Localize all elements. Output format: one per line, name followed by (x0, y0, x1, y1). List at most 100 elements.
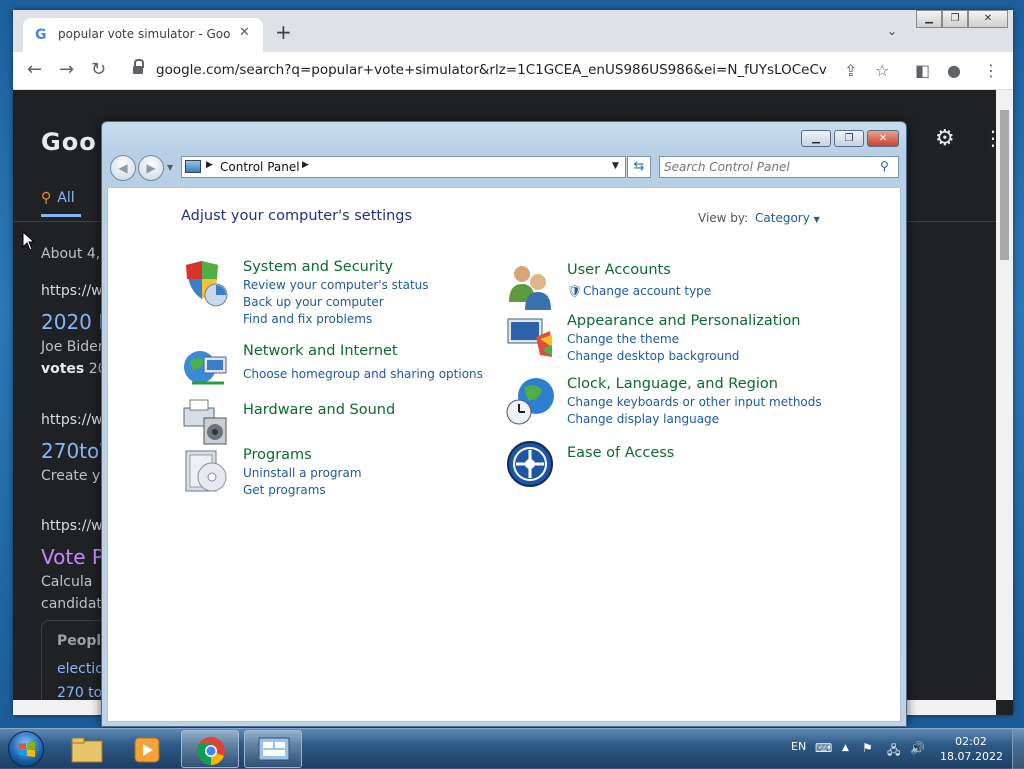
lock-icon[interactable] (133, 59, 144, 75)
task-link[interactable]: Change display language (567, 412, 719, 426)
settings-gear-icon[interactable]: ⚙ (935, 126, 955, 151)
reload-button[interactable]: ↻ (91, 60, 106, 80)
view-by-value: Category (755, 211, 810, 225)
apps-menu-icon[interactable]: ⋮ (983, 126, 996, 150)
category-title[interactable]: Ease of Access (567, 445, 674, 461)
taskbar: EN ⌨ ▲ ⚑ 🖧 🔊 02:02 18.07.2022 (0, 728, 1024, 769)
search-icon[interactable]: ⚲ (880, 159, 889, 173)
vertical-scrollbar[interactable] (996, 90, 1013, 700)
page-title: Adjust your computer's settings (181, 208, 413, 224)
cp-minimize-button[interactable]: ▁ (801, 130, 831, 147)
share-icon[interactable]: ⇪ (844, 61, 857, 80)
media-player-icon (134, 737, 160, 763)
task-link[interactable]: Review your computer's status (243, 278, 429, 292)
network-globe-icon (184, 351, 227, 385)
task-link[interactable]: Choose homegroup and sharing options (243, 367, 483, 381)
breadcrumb-arrow-icon[interactable]: ▶ (302, 160, 309, 170)
minimize-button[interactable]: ▁ (916, 10, 942, 28)
taskbar-chrome[interactable] (181, 730, 239, 768)
category-title[interactable]: Network and Internet (243, 343, 398, 359)
appearance-monitor-icon (507, 318, 552, 357)
navigation-bar: ◀ ▶ ▼ ▶ Control Panel ▶ ▼ ⇆ ⚲ (110, 155, 900, 181)
taskbar-explorer[interactable] (58, 730, 116, 768)
clock-date: 18.07.2022 (940, 750, 1003, 763)
address-dropdown-icon[interactable]: ▼ (612, 161, 619, 171)
task-link[interactable]: Change keyboards or other input methods (567, 395, 822, 409)
new-tab-button[interactable]: + (275, 22, 292, 42)
show-hidden-icons-icon[interactable]: ▲ (842, 743, 849, 753)
start-button[interactable] (8, 731, 44, 767)
google-logo[interactable]: Goo (41, 128, 97, 156)
browser-tab[interactable]: G popular vote simulator - Google ✕ (23, 18, 263, 52)
task-link[interactable]: Back up your computer (243, 295, 384, 309)
globe-clock-icon (506, 378, 554, 425)
bookmark-star-icon[interactable]: ☆ (875, 61, 889, 80)
task-link[interactable]: Get programs (243, 483, 326, 497)
result-url[interactable]: https://w (41, 283, 103, 299)
address-bar[interactable]: google.com/search?q=popular+vote+simulat… (156, 62, 826, 78)
volume-icon[interactable]: 🔊 (910, 741, 925, 755)
control-panel-window: ▁ ❐ ✕ ◀ ▶ ▼ ▶ Control Panel ▶ ▼ ⇆ ⚲ Adju… (101, 121, 907, 727)
action-center-flag-icon[interactable]: ⚑ (862, 741, 873, 755)
tab-all[interactable]: ⚲ All (41, 190, 75, 206)
task-link[interactable]: Uninstall a program (243, 466, 362, 480)
result-url[interactable]: https://w (41, 412, 103, 428)
task-link[interactable]: Change the theme (567, 332, 679, 346)
language-indicator[interactable]: EN (791, 740, 806, 753)
network-status-icon[interactable]: 🖧 (887, 741, 900, 762)
category-title[interactable]: System and Security (243, 259, 393, 275)
search-box[interactable]: ⚲ (659, 156, 899, 178)
chrome-icon (197, 737, 225, 765)
system-clock[interactable]: 02:02 18.07.2022 (940, 734, 1003, 764)
taskbar-media-player[interactable] (118, 730, 176, 768)
shield-icon (186, 261, 228, 307)
cp-back-button[interactable]: ◀ (110, 155, 136, 181)
address-breadcrumb[interactable]: ▶ Control Panel ▶ ▼ (181, 156, 626, 178)
snippet-bold: votes (41, 361, 85, 377)
refresh-button[interactable]: ⇆ (627, 156, 651, 178)
breadcrumb-arrow-icon[interactable]: ▶ (206, 160, 213, 170)
cp-close-button[interactable]: ✕ (867, 130, 899, 147)
search-icon: ⚲ (41, 190, 52, 206)
uac-shield-icon: 🛡 (567, 284, 583, 298)
taskbar-control-panel[interactable] (244, 730, 302, 768)
control-panel-content: Adjust your computer's settings View by:… (107, 187, 901, 722)
cp-maximize-button[interactable]: ❐ (834, 130, 864, 147)
task-link[interactable]: Change desktop background (567, 349, 739, 363)
cp-forward-button[interactable]: ▶ (138, 155, 164, 181)
mouse-cursor-icon (22, 231, 36, 251)
result-snippet: Create yo (41, 468, 109, 484)
profile-avatar-icon[interactable]: ● (947, 61, 961, 80)
control-panel-icon (258, 737, 290, 761)
category-title[interactable]: Appearance and Personalization (567, 313, 801, 329)
search-input[interactable] (664, 159, 874, 175)
printer-speaker-icon (183, 399, 227, 445)
scroll-thumb[interactable] (1000, 110, 1009, 260)
recent-pages-icon[interactable]: ▼ (167, 163, 173, 172)
back-button[interactable]: ← (27, 60, 42, 80)
category-title[interactable]: User Accounts (567, 262, 671, 278)
task-link[interactable]: Find and fix problems (243, 312, 372, 326)
side-panel-icon[interactable]: ◧ (915, 61, 930, 80)
dropdown-arrow-icon: ▼ (813, 215, 820, 224)
chrome-menu-icon[interactable]: ⋮ (983, 61, 999, 80)
related-search-link[interactable]: 270 to (57, 685, 102, 700)
close-button[interactable]: ✕ (968, 10, 1008, 28)
show-desktop-button[interactable] (1012, 729, 1024, 769)
close-tab-icon[interactable]: ✕ (239, 25, 250, 40)
programs-disc-icon (185, 450, 227, 492)
keyboard-icon[interactable]: ⌨ (815, 741, 832, 755)
active-tab-indicator (41, 214, 81, 217)
task-link[interactable]: Change account type (583, 284, 711, 298)
restore-button[interactable]: ❐ (942, 10, 968, 28)
tab-search-chevron-icon[interactable]: ⌄ (887, 24, 897, 38)
category-title[interactable]: Programs (243, 447, 312, 463)
forward-button[interactable]: → (59, 60, 74, 80)
result-url[interactable]: https://w (41, 518, 103, 534)
category-title[interactable]: Clock, Language, and Region (567, 376, 778, 392)
result-title[interactable]: Vote P (41, 545, 104, 569)
control-panel-icon (185, 160, 201, 173)
category-title[interactable]: Hardware and Sound (243, 402, 395, 418)
breadcrumb-control-panel[interactable]: Control Panel (220, 160, 300, 174)
view-by-dropdown[interactable]: Category ▼ (755, 211, 820, 225)
